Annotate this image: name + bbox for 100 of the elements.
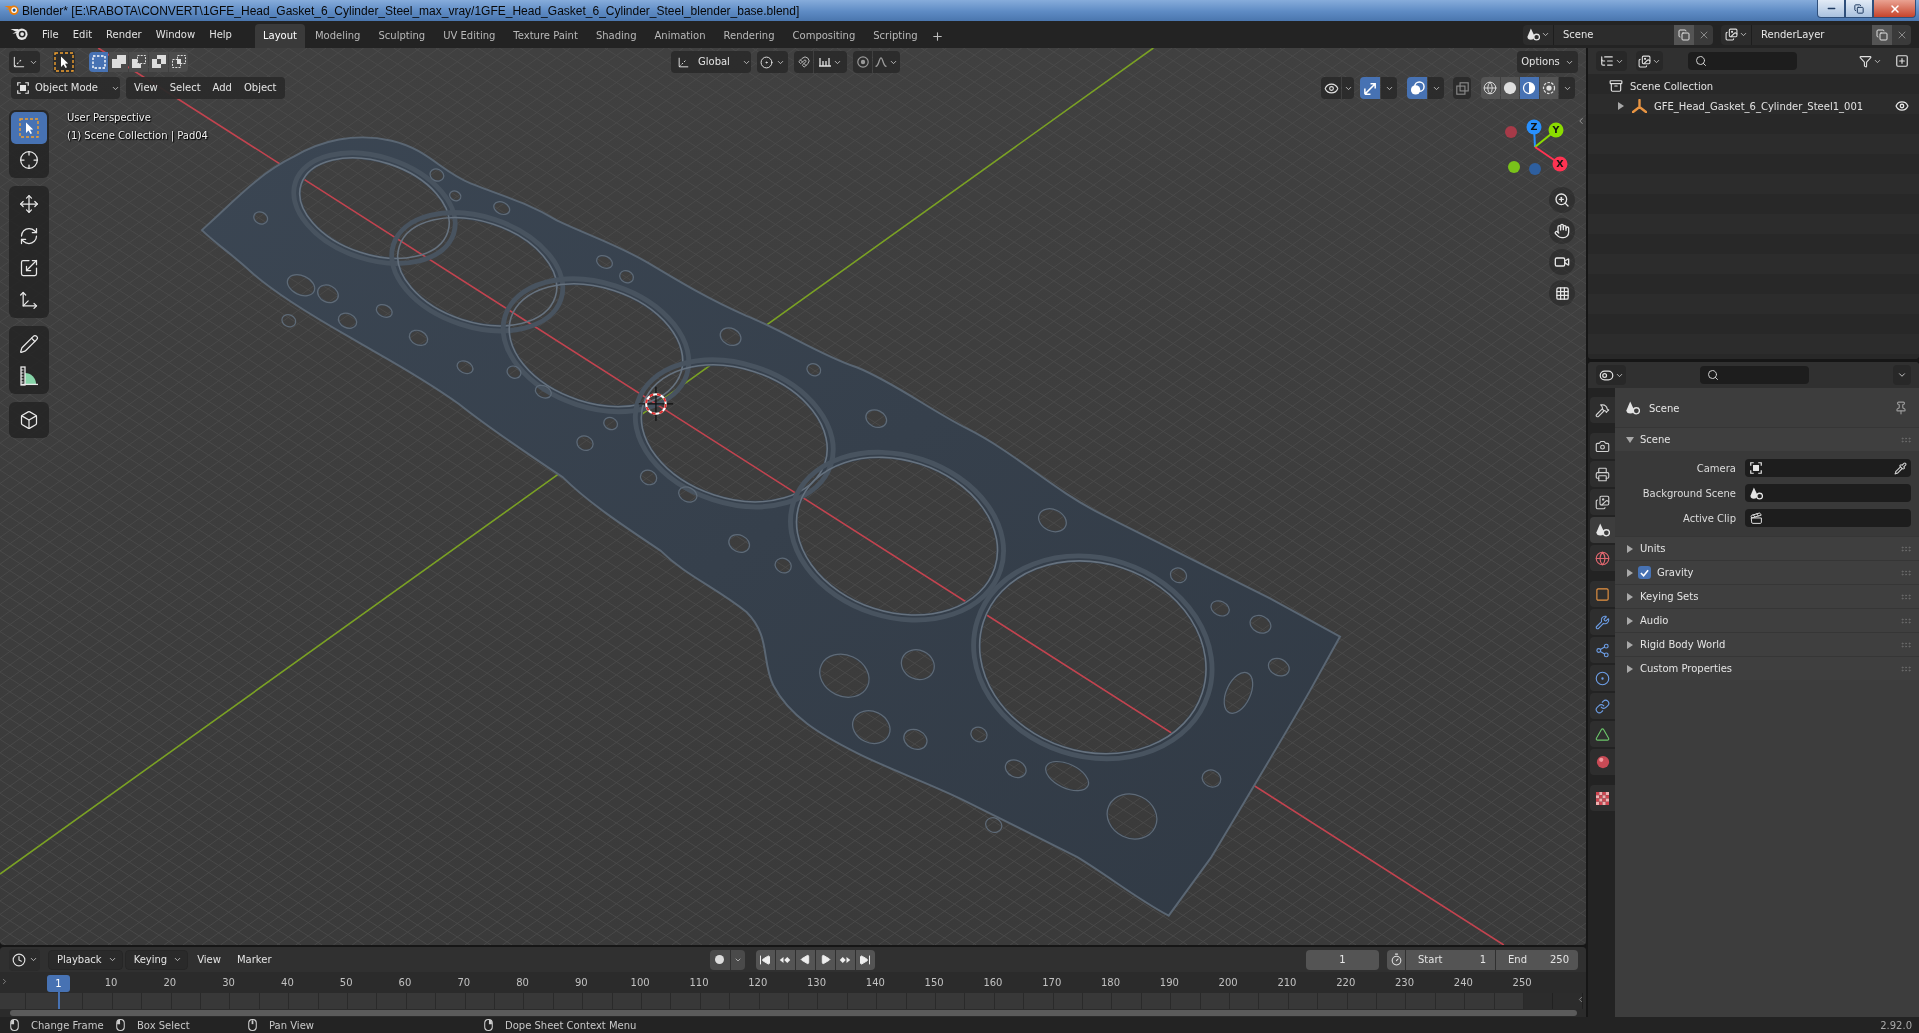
workspace-tab[interactable]: Sculpting (370, 24, 434, 48)
proportional-edit-toggle[interactable] (853, 51, 872, 73)
unlink-button[interactable] (1892, 24, 1911, 45)
camera-field[interactable] (1745, 459, 1911, 477)
properties-tab[interactable] (1590, 609, 1615, 635)
view-layer-browse-button[interactable] (1721, 24, 1751, 45)
workspace-tab[interactable]: Scripting (865, 24, 926, 48)
properties-tab[interactable] (1590, 693, 1615, 719)
selection-mode-button[interactable] (129, 52, 148, 72)
selection-mode-button[interactable] (109, 52, 128, 72)
falloff-button[interactable] (873, 51, 900, 73)
shading-mode-button[interactable] (1539, 77, 1558, 99)
playhead[interactable]: 1 (47, 975, 70, 992)
mode-dropdown[interactable]: Object Mode (11, 77, 120, 99)
menu-item[interactable]: File (35, 23, 66, 46)
current-frame-field[interactable]: 1 (1306, 949, 1379, 970)
properties-tab[interactable] (1590, 721, 1615, 747)
snap-target-button[interactable] (814, 51, 847, 73)
properties-tab[interactable] (1590, 545, 1615, 571)
workspace-tab[interactable]: Texture Paint (505, 24, 586, 48)
play-button[interactable] (815, 949, 835, 970)
workspace-tab[interactable]: Rendering (715, 24, 783, 48)
tool-button[interactable] (11, 112, 47, 144)
workspace-tab[interactable]: UV Editing (435, 24, 504, 48)
copy-button[interactable] (1674, 24, 1694, 45)
properties-tab[interactable] (1590, 461, 1615, 487)
search-field[interactable] (1700, 366, 1809, 384)
selection-mode-button[interactable] (89, 52, 108, 72)
snap-toggle[interactable] (794, 51, 813, 73)
editor-type-button[interactable] (1596, 51, 1627, 71)
auto-keying-toggle[interactable] (709, 949, 730, 970)
copy-button[interactable] (1872, 24, 1892, 45)
start-frame-field[interactable]: Start 1 (1406, 949, 1495, 970)
clip-field[interactable] (1745, 509, 1911, 527)
search-field[interactable] (1688, 52, 1797, 70)
properties-tab[interactable] (1590, 749, 1615, 775)
restore-button[interactable] (1845, 0, 1873, 18)
pan-button[interactable] (1549, 218, 1575, 244)
shading-mode-button[interactable] (1500, 77, 1519, 99)
scene-field[interactable] (1745, 484, 1911, 502)
checkbox[interactable] (1638, 566, 1651, 579)
shading-mode-button[interactable] (1520, 77, 1539, 99)
menu-item[interactable]: Window (148, 23, 203, 46)
selection-mode-button[interactable] (169, 52, 188, 72)
active-tool-button[interactable] (53, 51, 75, 73)
axis-button[interactable]: X (1534, 146, 1568, 172)
properties-tab[interactable] (1590, 433, 1615, 459)
menu-item[interactable]: Marker (229, 949, 279, 970)
camera-view-button[interactable] (1549, 249, 1575, 275)
gizmo-toggle[interactable] (1360, 77, 1380, 99)
jump-start-button[interactable] (755, 949, 775, 970)
dropdown-menu[interactable]: Playback (48, 949, 123, 970)
menu-item[interactable]: Edit (65, 23, 100, 46)
unlink-button[interactable] (1694, 24, 1713, 45)
scene-browse-button[interactable] (1523, 24, 1553, 45)
view-layer-name-field[interactable]: RenderLayer (1751, 24, 1872, 45)
visibility-toggle[interactable] (1321, 77, 1341, 99)
menu-item[interactable]: Object (237, 77, 283, 99)
orthographic-toggle[interactable] (1549, 280, 1575, 306)
minimize-button[interactable] (1817, 0, 1845, 18)
jump-end-button[interactable] (855, 949, 875, 970)
play-reverse-button[interactable] (795, 949, 815, 970)
pivot-point-button[interactable] (757, 51, 788, 73)
xray-toggle[interactable] (1453, 77, 1471, 99)
workspace-tab[interactable]: Modeling (306, 24, 369, 48)
scene-name-field[interactable]: Scene (1553, 24, 1674, 45)
close-button[interactable] (1873, 0, 1916, 18)
workspace-tab[interactable]: Animation (646, 24, 714, 48)
next-keyframe-button[interactable] (835, 949, 855, 970)
menu-item[interactable]: View (128, 77, 164, 99)
dropdown-menu[interactable]: Keying (124, 949, 189, 970)
properties-tab[interactable] (1590, 517, 1615, 543)
properties-tab[interactable] (1590, 785, 1615, 811)
scrollbar-thumb[interactable] (10, 1010, 1577, 1016)
previous-keyframe-button[interactable] (775, 949, 795, 970)
end-frame-field[interactable]: End 250 (1496, 949, 1578, 970)
editor-type-button[interactable] (1596, 365, 1626, 385)
properties-tab[interactable] (1590, 637, 1615, 663)
negative-axis-button[interactable] (1508, 161, 1520, 173)
properties-tab[interactable] (1590, 665, 1615, 691)
editor-type-button[interactable] (9, 948, 40, 971)
workspace-tab[interactable]: Compositing (784, 24, 864, 48)
overlay-toggle[interactable] (1407, 77, 1427, 99)
orientation-dropdown[interactable]: Global (671, 51, 751, 73)
menu-item[interactable]: View (190, 949, 228, 970)
properties-tab[interactable] (1590, 581, 1615, 607)
object-name[interactable]: GFE_Head_Gasket_6_Cylinder_Steel1_001 (1654, 100, 1864, 112)
workspace-tab[interactable]: Layout (254, 24, 305, 48)
menu-item[interactable]: Render (99, 23, 149, 46)
options-dropdown[interactable]: Options (1517, 51, 1578, 73)
preview-range-toggle[interactable] (1387, 949, 1405, 970)
display-mode-button[interactable] (1636, 51, 1663, 71)
editor-type-button[interactable] (9, 51, 40, 73)
menu-item[interactable]: Help (202, 23, 239, 46)
workspace-tab[interactable]: Shading (587, 24, 645, 48)
menu-item[interactable]: Add (206, 77, 238, 99)
menu-item[interactable]: Select (163, 77, 207, 99)
zoom-button[interactable] (1549, 187, 1575, 213)
properties-tab[interactable] (1590, 489, 1615, 515)
shading-mode-button[interactable] (1481, 77, 1500, 99)
